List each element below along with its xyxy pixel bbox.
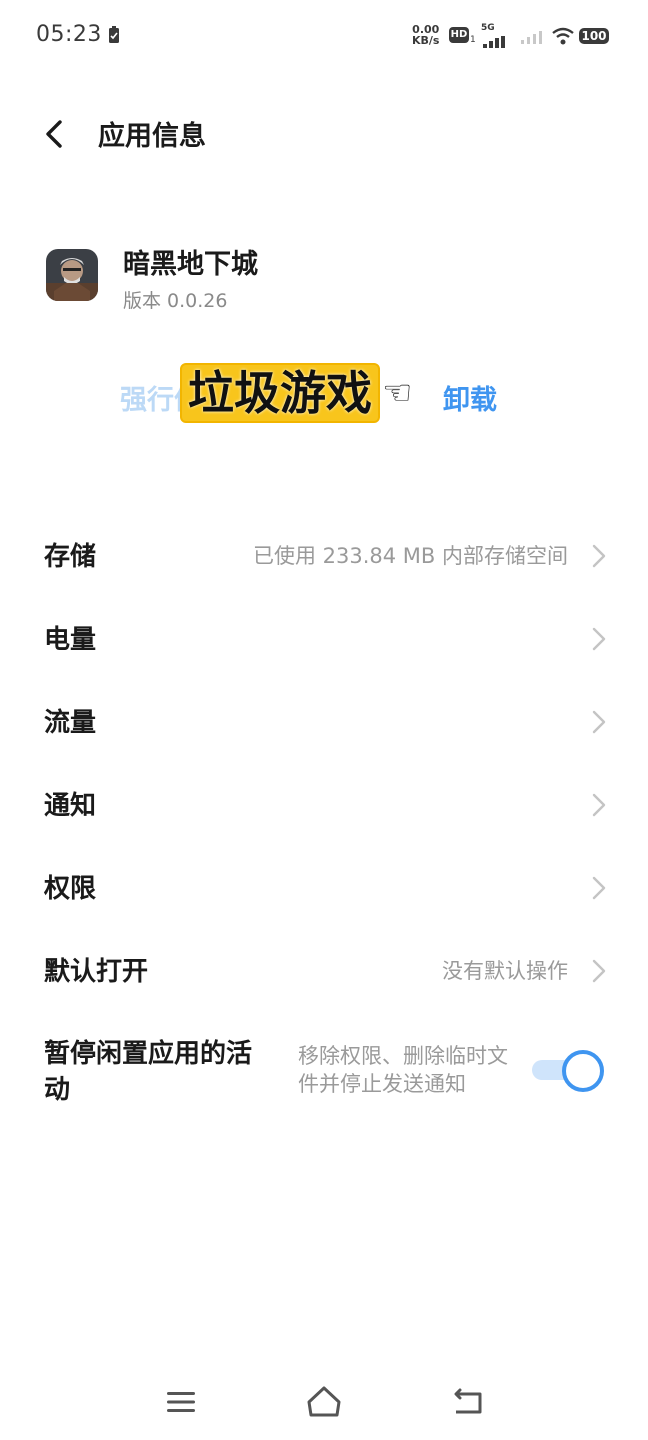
setting-row-open-by-default[interactable]: 默认打开 没有默认操作: [0, 931, 648, 1011]
sticker-overlay: 垃圾游戏 ☜: [180, 362, 412, 424]
signal-sim2-icon: [521, 31, 542, 44]
setting-label: 流量: [44, 708, 97, 738]
setting-label: 默认打开: [44, 957, 149, 987]
status-time: 05:23: [36, 22, 102, 47]
battery-icon: 100: [579, 28, 609, 44]
battery-saver-icon: [109, 26, 119, 43]
setting-label: 权限: [44, 874, 97, 904]
chevron-right-icon: [592, 959, 606, 983]
setting-row-data-usage[interactable]: 流量: [0, 682, 648, 762]
pause-activity-description: 移除权限、删除临时文件并停止发送通知: [298, 1044, 508, 1096]
sticker-text: 垃圾游戏: [180, 363, 380, 423]
setting-label: 电量: [44, 625, 97, 655]
chevron-right-icon: [592, 710, 606, 734]
app-icon: [46, 249, 98, 301]
setting-value: 没有默认操作: [442, 959, 568, 983]
toggle-knob: [562, 1050, 604, 1092]
status-bar: 05:23 0.00 KB/s HD 1 5G 100: [0, 0, 648, 72]
signal-5g-icon: 5G: [481, 24, 509, 52]
chevron-left-icon: [46, 120, 62, 148]
setting-row-storage[interactable]: 存储 已使用 233.84 MB 内部存储空间: [0, 516, 648, 596]
pause-activity-label: 暂停闲置应用的活动: [44, 1039, 253, 1105]
setting-label: 存储: [44, 542, 97, 572]
setting-row-notifications[interactable]: 通知: [0, 765, 648, 845]
app-version: 版本 0.0.26: [123, 290, 228, 312]
pointing-hand-icon: ☜: [382, 373, 413, 413]
chevron-right-icon: [592, 793, 606, 817]
chevron-right-icon: [592, 627, 606, 651]
page-title: 应用信息: [98, 121, 206, 152]
nav-back-icon[interactable]: [450, 1384, 486, 1418]
chevron-right-icon: [592, 876, 606, 900]
network-speed: 0.00 KB/s: [412, 23, 440, 47]
chevron-right-icon: [592, 544, 606, 568]
back-button[interactable]: [34, 112, 78, 156]
setting-value: 已使用 233.84 MB 内部存储空间: [252, 544, 568, 568]
setting-row-battery[interactable]: 电量: [0, 599, 648, 679]
hd-voice-icon: HD: [449, 27, 469, 43]
app-name: 暗黑地下城: [123, 249, 258, 280]
home-icon[interactable]: [304, 1382, 344, 1420]
menu-icon[interactable]: [164, 1386, 198, 1418]
pause-activity-toggle[interactable]: [532, 1050, 604, 1092]
uninstall-button[interactable]: 卸载: [443, 378, 497, 417]
setting-row-permissions[interactable]: 权限: [0, 848, 648, 928]
hd-sim-index: 1: [470, 35, 476, 45]
setting-label: 通知: [44, 791, 97, 821]
wifi-icon: [552, 27, 574, 45]
